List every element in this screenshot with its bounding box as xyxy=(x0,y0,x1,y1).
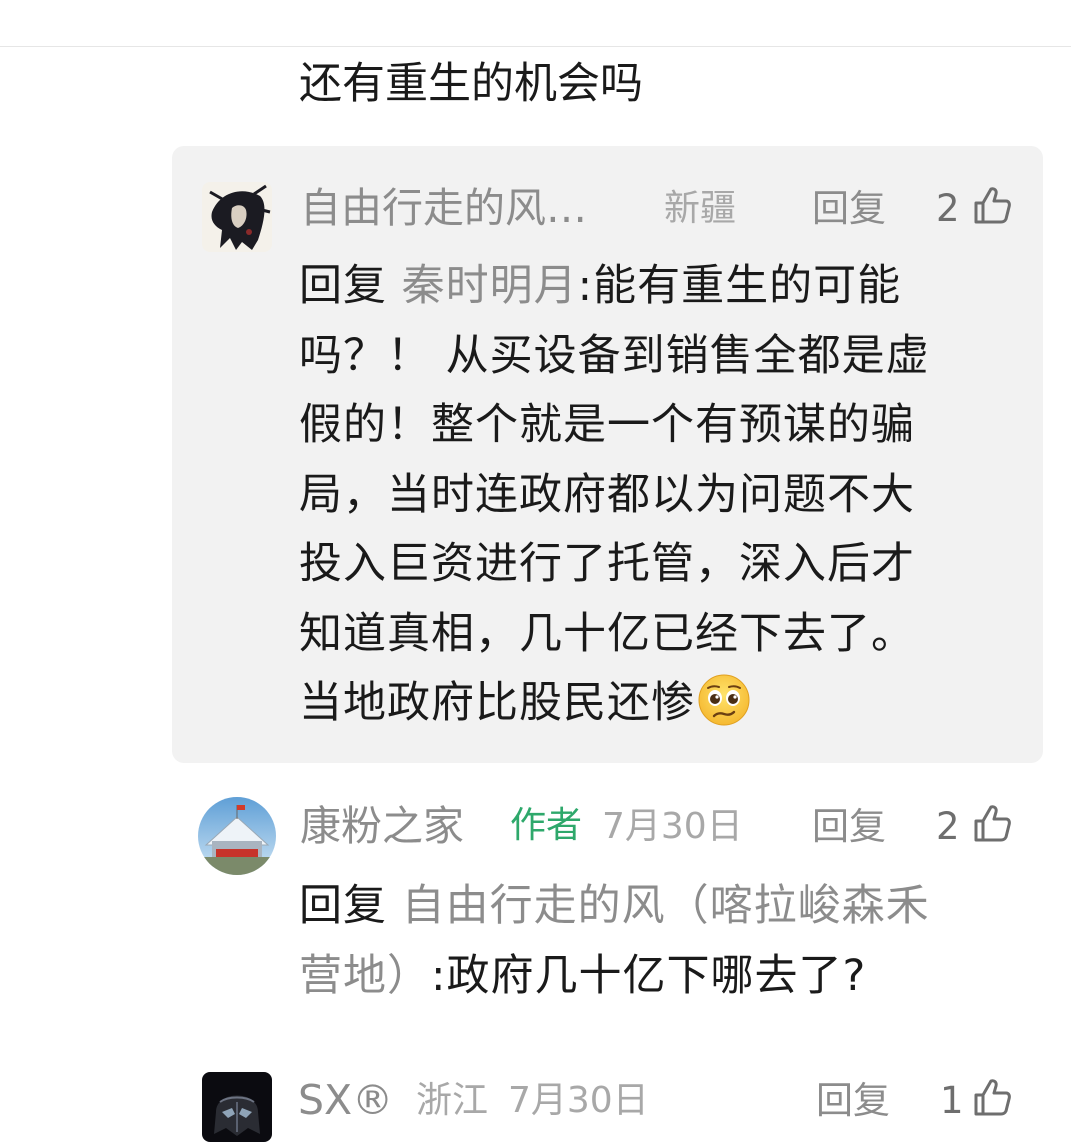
like-count: 2 xyxy=(936,187,960,230)
reply-text-line: 假的！整个就是一个有预谋的骗 xyxy=(299,400,915,450)
reply-text-line: 知道真相，几十亿已经下去了。 xyxy=(299,608,915,659)
reply-colon: : xyxy=(431,950,447,1001)
reply-button[interactable]: 回复 xyxy=(812,181,886,237)
comment-date: 7月30日 xyxy=(602,806,743,847)
reply-text-line: 局，当时连政府都以为问题不大 xyxy=(299,469,915,520)
reply-target-user[interactable]: 秦时明月 xyxy=(402,261,578,311)
reply-body: 回复 自由行走的风（喀拉峻森禾 营地）:政府几十亿下哪去了? xyxy=(299,872,1039,1011)
reply-text-line: 吗？！ 从买设备到销售全都是虚 xyxy=(299,330,930,381)
reply-button[interactable]: 回复 xyxy=(812,799,886,855)
commenter-name[interactable]: 自由行走的风… xyxy=(300,180,587,236)
comment-date: 7月30日 xyxy=(508,1080,649,1121)
commenter-name[interactable]: 康粉之家 xyxy=(300,798,464,854)
reply-body: 回复 秦时明月:能有重生的可能 吗？！ 从买设备到销售全都是虚 假的！整个就是一… xyxy=(299,252,1019,739)
commenter-name[interactable]: SX® xyxy=(298,1072,393,1128)
reply-prefix: 回复 xyxy=(299,881,387,931)
reply-text-line: 能有重生的可能 xyxy=(593,261,902,311)
reply-text-line: 投入巨资进行了托管，深入后才 xyxy=(299,539,915,589)
author-badge: 作者 xyxy=(510,805,583,846)
commenter-location: 浙江 xyxy=(416,1080,489,1121)
reply-target-user[interactable]: 营地） xyxy=(299,951,431,1001)
reply-text-line: 政府几十亿下哪去了? xyxy=(446,950,867,1001)
reply-colon: : xyxy=(577,261,594,311)
reply-text-line: 当地政府比股民还惨 xyxy=(299,678,695,728)
reply-button[interactable]: 回复 xyxy=(816,1073,890,1129)
pleading-face-emoji xyxy=(697,673,751,727)
commenter-location: 新疆 xyxy=(664,188,737,229)
thumbs-up-icon[interactable] xyxy=(972,803,1012,843)
top-bar xyxy=(0,0,1071,47)
darth-vader-avatar[interactable] xyxy=(202,1072,272,1142)
like-count: 1 xyxy=(940,1079,964,1122)
parent-comment-text: 还有重生的机会吗 xyxy=(299,59,643,109)
thumbs-up-icon[interactable] xyxy=(972,1077,1012,1117)
like-count: 2 xyxy=(936,805,960,848)
close-icon[interactable] xyxy=(30,0,86,18)
ink-portrait-avatar[interactable] xyxy=(202,182,272,252)
reply-target-user[interactable]: 自由行走的风（喀拉峻森禾 xyxy=(402,881,930,931)
building-avatar[interactable] xyxy=(198,797,276,875)
thumbs-up-icon[interactable] xyxy=(972,185,1012,225)
reply-prefix: 回复 xyxy=(299,261,387,311)
